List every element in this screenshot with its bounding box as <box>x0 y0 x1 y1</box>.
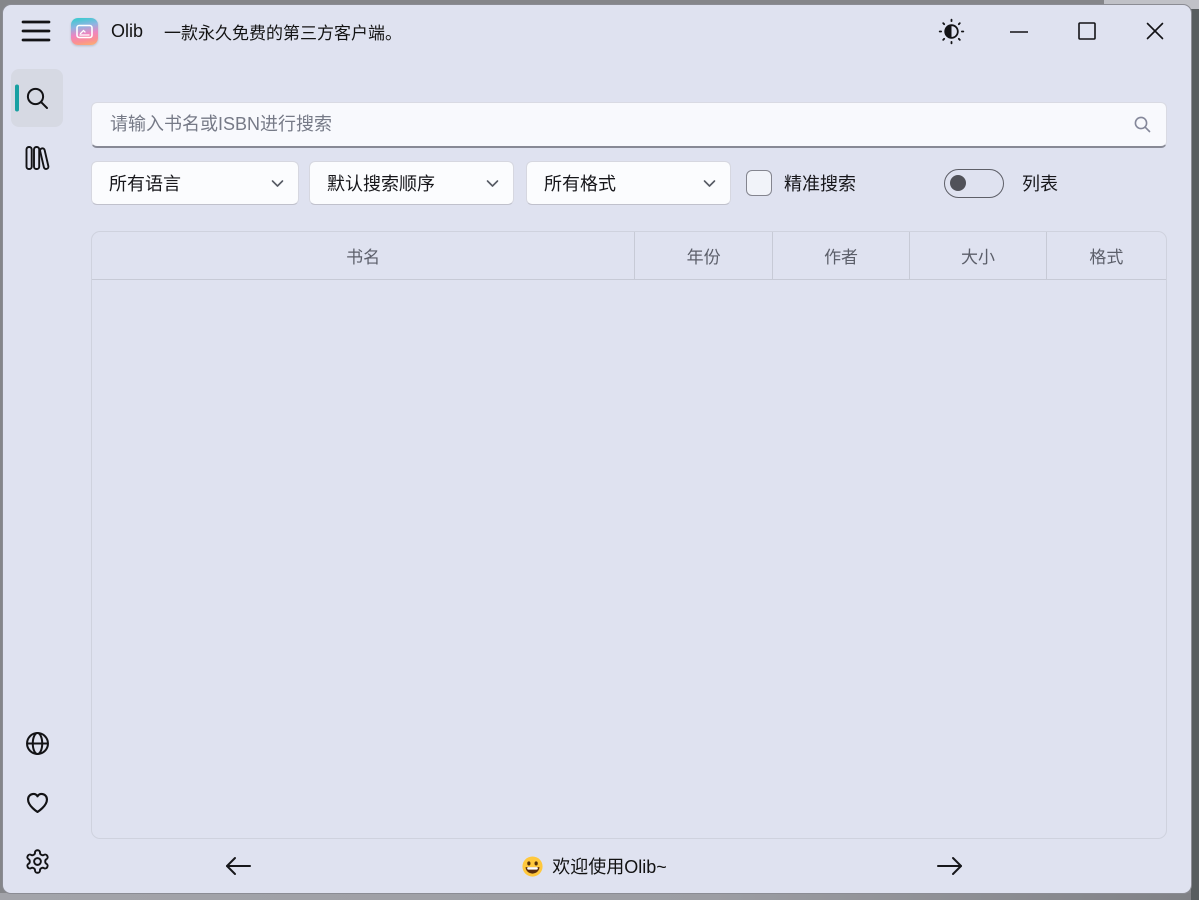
previous-page-button[interactable] <box>218 848 258 884</box>
chevron-down-icon <box>486 179 499 188</box>
menu-icon <box>21 18 51 44</box>
list-view-toggle[interactable] <box>944 169 1004 198</box>
welcome-message: 😀 欢迎使用Olib~ <box>521 853 667 879</box>
list-toggle-group: 列表 <box>944 169 1058 198</box>
close-icon <box>1143 19 1167 43</box>
main-content: 所有语言 默认搜索顺序 所有格式 <box>71 57 1191 893</box>
welcome-text: 欢迎使用Olib~ <box>552 853 667 879</box>
table-body-empty <box>92 280 1166 838</box>
sort-order-select[interactable]: 默认搜索顺序 <box>309 161 514 205</box>
maximize-button[interactable] <box>1067 12 1107 50</box>
arrow-left-icon <box>222 853 254 879</box>
close-button[interactable] <box>1135 12 1175 50</box>
app-logo-icon <box>71 18 98 45</box>
exact-search-label: 精准搜索 <box>784 170 856 196</box>
column-header-year: 年份 <box>634 232 771 279</box>
format-select[interactable]: 所有格式 <box>526 161 731 205</box>
theme-toggle-icon <box>938 18 965 45</box>
language-select[interactable]: 所有语言 <box>91 161 299 205</box>
search-input-icon <box>1133 115 1152 134</box>
minimize-button[interactable] <box>999 12 1039 50</box>
filter-row: 所有语言 默认搜索顺序 所有格式 <box>91 161 1167 205</box>
desktop-background-right <box>1191 9 1199 900</box>
exact-search-group: 精准搜索 <box>746 170 856 196</box>
grinning-emoji-icon <box>521 855 544 878</box>
gear-icon <box>24 848 51 875</box>
heart-icon <box>24 789 51 816</box>
column-header-size: 大小 <box>909 232 1045 279</box>
table-header-row: 书名 年份 作者 大小 格式 <box>92 232 1166 280</box>
column-header-title: 书名 <box>92 232 634 279</box>
minimize-icon <box>1007 19 1031 43</box>
column-header-format: 格式 <box>1046 232 1166 279</box>
exact-search-checkbox[interactable] <box>746 170 772 196</box>
pagination-footer: 😀 欢迎使用Olib~ <box>91 839 1167 893</box>
titlebar: Olib 一款永久免费的第三方客户端。 <box>3 5 1191 57</box>
maximize-icon <box>1075 19 1099 43</box>
desktop-background-bottom <box>0 893 1191 900</box>
column-header-author: 作者 <box>772 232 909 279</box>
search-icon <box>24 85 51 112</box>
chevron-down-icon <box>703 179 716 188</box>
menu-button[interactable] <box>17 13 55 49</box>
format-select-value: 所有格式 <box>544 170 616 196</box>
sidebar-item-settings[interactable] <box>13 837 61 885</box>
arrow-right-icon <box>934 853 966 879</box>
toggle-knob <box>950 175 966 191</box>
language-select-value: 所有语言 <box>109 170 181 196</box>
list-toggle-label: 列表 <box>1022 170 1058 196</box>
app-title: Olib <box>111 21 143 42</box>
sidebar-item-search[interactable] <box>11 69 63 127</box>
search-box <box>91 102 1167 148</box>
app-window: Olib 一款永久免费的第三方客户端。 <box>2 4 1192 894</box>
sidebar-item-web[interactable] <box>13 719 61 767</box>
sidebar-item-library[interactable] <box>11 132 63 184</box>
sidebar-item-favorites[interactable] <box>13 778 61 826</box>
search-input[interactable] <box>108 113 1133 136</box>
app-tagline: 一款永久免费的第三方客户端。 <box>164 19 402 44</box>
sidebar-bottom <box>13 719 61 887</box>
chevron-down-icon <box>271 179 284 188</box>
window-controls <box>931 12 1183 50</box>
sidebar <box>3 57 71 893</box>
results-table: 书名 年份 作者 大小 格式 <box>91 231 1167 839</box>
globe-icon <box>24 730 51 757</box>
theme-toggle-button[interactable] <box>931 12 971 50</box>
sort-order-select-value: 默认搜索顺序 <box>327 170 435 196</box>
selection-accent-bar <box>15 85 19 112</box>
library-icon <box>23 144 51 172</box>
next-page-button[interactable] <box>930 848 970 884</box>
